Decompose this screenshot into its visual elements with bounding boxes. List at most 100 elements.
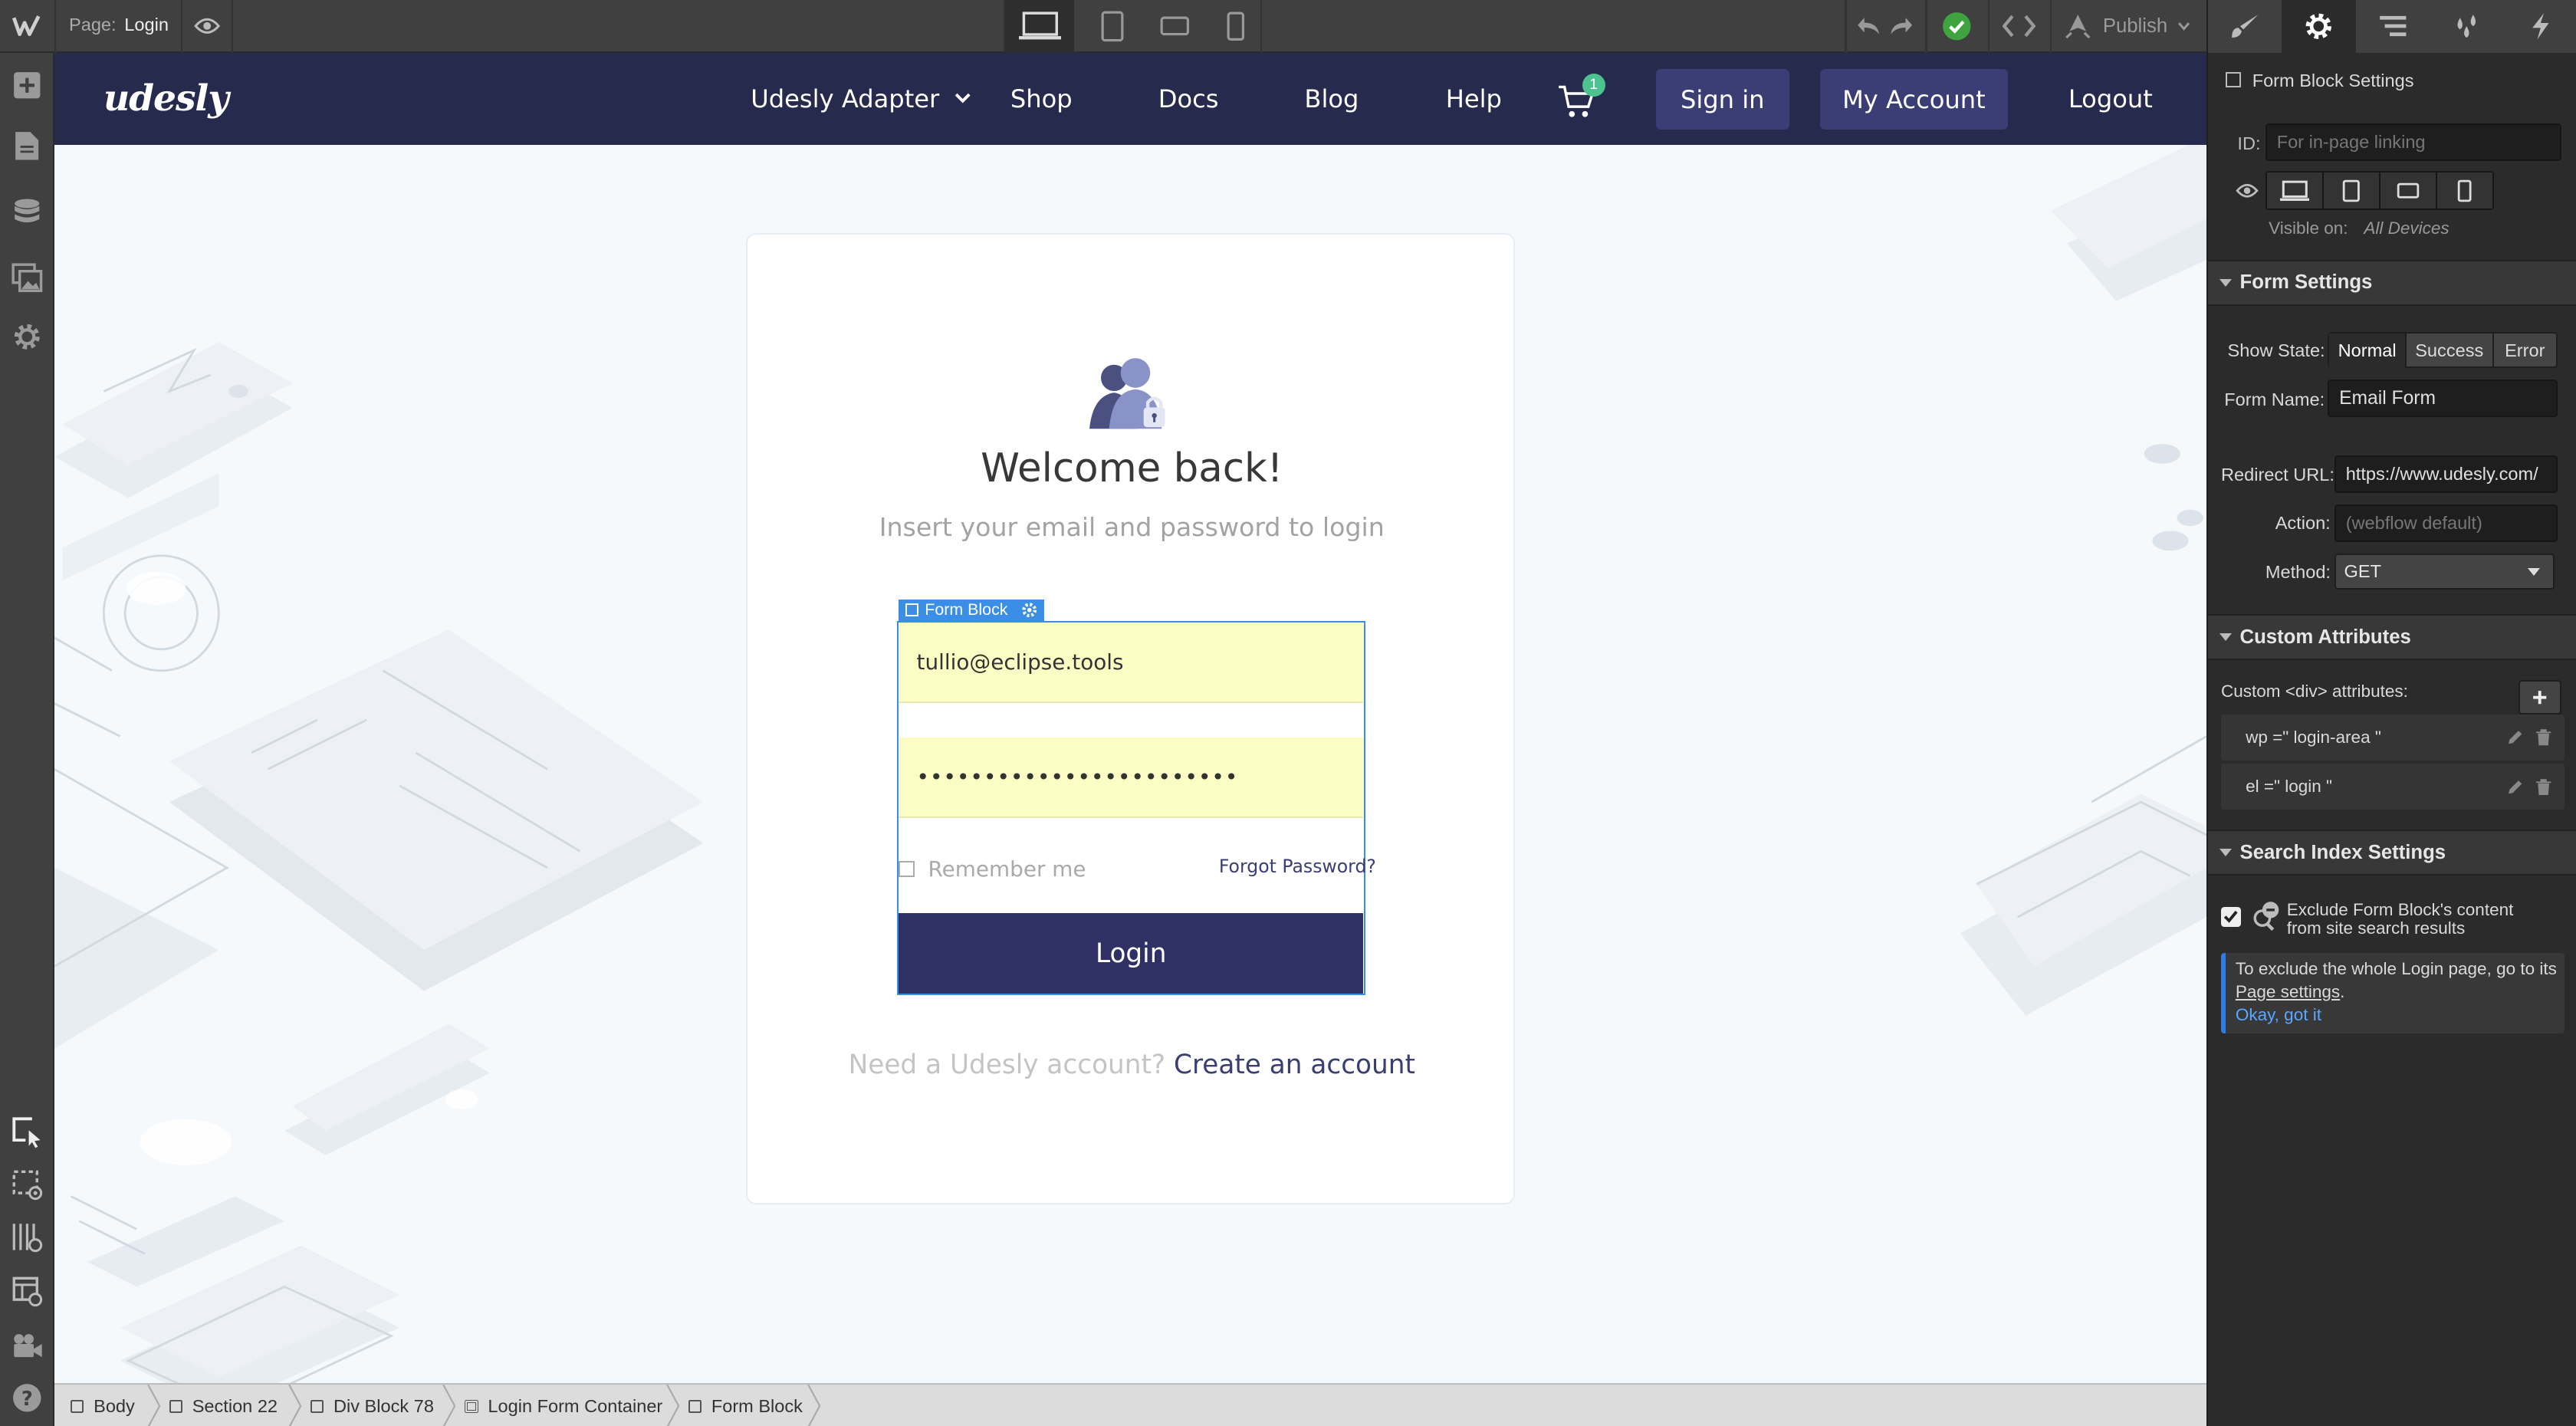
- remember-me-checkbox[interactable]: Remember me: [898, 856, 1086, 882]
- edit-pencil-icon[interactable]: [2507, 779, 2523, 795]
- forgot-password-link[interactable]: Forgot Password?: [1219, 856, 1376, 877]
- collapse-triangle-icon: [2219, 633, 2232, 641]
- note-text: To exclude the whole Login page, go to i…: [2235, 959, 2557, 979]
- webflow-designer: Page: Login Publish ? udesly Udesly Adap…: [0, 0, 2576, 1426]
- edit-pencil-icon[interactable]: [2507, 729, 2523, 745]
- form-name-input[interactable]: Email Form: [2328, 379, 2558, 418]
- mobile-portrait-visibility-icon[interactable]: [2436, 172, 2492, 209]
- tablet-breakpoint-icon[interactable]: [1088, 0, 1137, 53]
- preview-eye-icon[interactable]: [184, 0, 230, 53]
- mobile-portrait-icon[interactable]: [1211, 0, 1260, 53]
- breadcrumb-login-form-container[interactable]: Login Form Container: [465, 1385, 662, 1426]
- cms-database-icon[interactable]: [0, 189, 54, 238]
- form-block-tag-label: Form Block: [925, 600, 1008, 619]
- breadcrumb-label: Section 22: [192, 1395, 278, 1416]
- tab-style-brush-icon[interactable]: [2208, 0, 2282, 53]
- method-select[interactable]: GET: [2334, 554, 2555, 590]
- desktop-breakpoint-icon[interactable]: [1005, 0, 1075, 53]
- select-element-icon[interactable]: [0, 1107, 54, 1156]
- nav-link-docs[interactable]: Docs: [1158, 53, 1219, 145]
- state-success-button[interactable]: Success: [2407, 333, 2494, 368]
- page-selector[interactable]: Page: Login: [69, 15, 169, 35]
- rocket-icon: [2065, 15, 2091, 39]
- nav-link-help[interactable]: Help: [1446, 53, 1502, 145]
- my-account-button[interactable]: My Account: [1820, 68, 2008, 130]
- panel-element-title: Form Block Settings: [2252, 71, 2414, 91]
- page-label: Page:: [69, 15, 117, 35]
- trash-icon[interactable]: [2536, 778, 2551, 795]
- search-index-header[interactable]: Search Index Settings: [2207, 830, 2576, 876]
- cart-button[interactable]: 1: [1557, 74, 1606, 125]
- action-input[interactable]: (webflow default): [2334, 504, 2558, 543]
- breadcrumb-section-22[interactable]: Section 22: [169, 1385, 278, 1426]
- email-input[interactable]: tullio@eclipse.tools: [898, 622, 1364, 703]
- tablet-visibility-icon[interactable]: [2323, 172, 2380, 209]
- trash-icon[interactable]: [2536, 729, 2551, 746]
- page-name: Login: [124, 15, 169, 35]
- form-settings-header[interactable]: Form Settings: [2207, 259, 2576, 306]
- element-box-icon: [169, 1399, 182, 1413]
- nav-link-blog[interactable]: Blog: [1304, 53, 1359, 145]
- password-input[interactable]: ••••••••••••••••••••••••: [898, 737, 1364, 818]
- exclude-search-checkbox[interactable]: [2220, 906, 2241, 927]
- attribute-row[interactable]: wp =" login-area ": [2220, 715, 2564, 761]
- pages-icon[interactable]: [0, 122, 54, 171]
- tab-style-manager-drops-icon[interactable]: [2430, 0, 2503, 53]
- sign-in-button[interactable]: Sign in: [1655, 68, 1789, 130]
- top-toolbar: Page: Login Publish: [0, 0, 2206, 53]
- element-box-icon: [688, 1399, 702, 1413]
- desktop-visibility-icon[interactable]: [2266, 172, 2324, 209]
- page-settings-link[interactable]: Page settings: [2236, 982, 2340, 1001]
- redirect-url-input[interactable]: https://www.udesly.com/: [2334, 455, 2558, 493]
- nav-link-shop[interactable]: Shop: [1010, 53, 1073, 145]
- tab-interactions-bolt-icon[interactable]: [2504, 0, 2576, 53]
- element-breadcrumb-bar: Body Section 22 Div Block 78 Login Form …: [54, 1383, 2206, 1426]
- breadcrumb-label: Form Block: [711, 1395, 803, 1416]
- state-normal-button[interactable]: Normal: [2329, 333, 2407, 368]
- id-input[interactable]: For in-page linking: [2265, 123, 2561, 161]
- breadcrumb-div-block-78[interactable]: Div Block 78: [310, 1385, 434, 1426]
- assets-images-icon[interactable]: [0, 253, 54, 302]
- nav-udesly-adapter-dropdown[interactable]: Udesly Adapter: [751, 53, 971, 145]
- okay-got-it-link[interactable]: Okay, got it: [2236, 1005, 2321, 1025]
- state-error-button[interactable]: Error: [2494, 334, 2556, 368]
- add-attribute-button[interactable]: [2518, 680, 2561, 715]
- redirect-url-label: Redirect URL:: [2220, 465, 2334, 485]
- tab-settings-gear-icon[interactable]: [2282, 0, 2356, 53]
- publish-button[interactable]: Publish: [2063, 0, 2190, 53]
- logout-link[interactable]: Logout: [2068, 53, 2153, 145]
- custom-attributes-header[interactable]: Custom Attributes: [2207, 614, 2576, 661]
- preview-outline-icon[interactable]: [0, 1160, 54, 1209]
- welcome-subtitle: Insert your email and password to login: [879, 512, 1385, 543]
- mobile-landscape-visibility-icon[interactable]: [2380, 172, 2437, 209]
- breadcrumb-separator: [442, 1385, 458, 1426]
- tab-navigator-icon[interactable]: [2356, 0, 2430, 53]
- breadcrumb-label: Body: [94, 1395, 135, 1416]
- help-question-icon[interactable]: ?: [0, 1373, 54, 1422]
- form-block-tag[interactable]: Form Block: [898, 599, 1044, 621]
- udesly-logo[interactable]: udesly: [104, 53, 229, 145]
- webflow-logo-icon[interactable]: [0, 0, 54, 53]
- redo-icon[interactable]: [1883, 0, 1919, 53]
- create-account-link[interactable]: Create an account: [1174, 1050, 1415, 1080]
- plus-icon: [2533, 691, 2547, 705]
- design-canvas: udesly Udesly Adapter Shop Docs Blog Hel…: [54, 52, 2206, 1384]
- code-export-icon[interactable]: [1994, 0, 2043, 53]
- attribute-row[interactable]: el =" login ": [2220, 764, 2564, 810]
- gear-icon[interactable]: [1021, 602, 1037, 618]
- xray-layout-icon[interactable]: [0, 1267, 54, 1316]
- mobile-landscape-icon[interactable]: [1150, 0, 1199, 53]
- site-status-check-icon[interactable]: [1932, 0, 1981, 53]
- breadcrumb-body[interactable]: Body: [71, 1385, 135, 1426]
- add-element-icon[interactable]: [0, 61, 54, 110]
- remember-me-label: Remember me: [928, 856, 1086, 882]
- show-state-segmented: Normal Success Error: [2328, 331, 2558, 368]
- site-navbar: udesly Udesly Adapter Shop Docs Blog Hel…: [54, 52, 2206, 145]
- svg-text:?: ?: [21, 1388, 33, 1411]
- element-box-icon: [71, 1399, 84, 1413]
- grid-overlay-icon[interactable]: [0, 1212, 54, 1261]
- settings-gear-icon[interactable]: [0, 312, 54, 361]
- login-button[interactable]: Login: [898, 913, 1364, 994]
- breadcrumb-form-block[interactable]: Form Block: [688, 1385, 803, 1426]
- video-tutorial-icon[interactable]: [0, 1321, 54, 1370]
